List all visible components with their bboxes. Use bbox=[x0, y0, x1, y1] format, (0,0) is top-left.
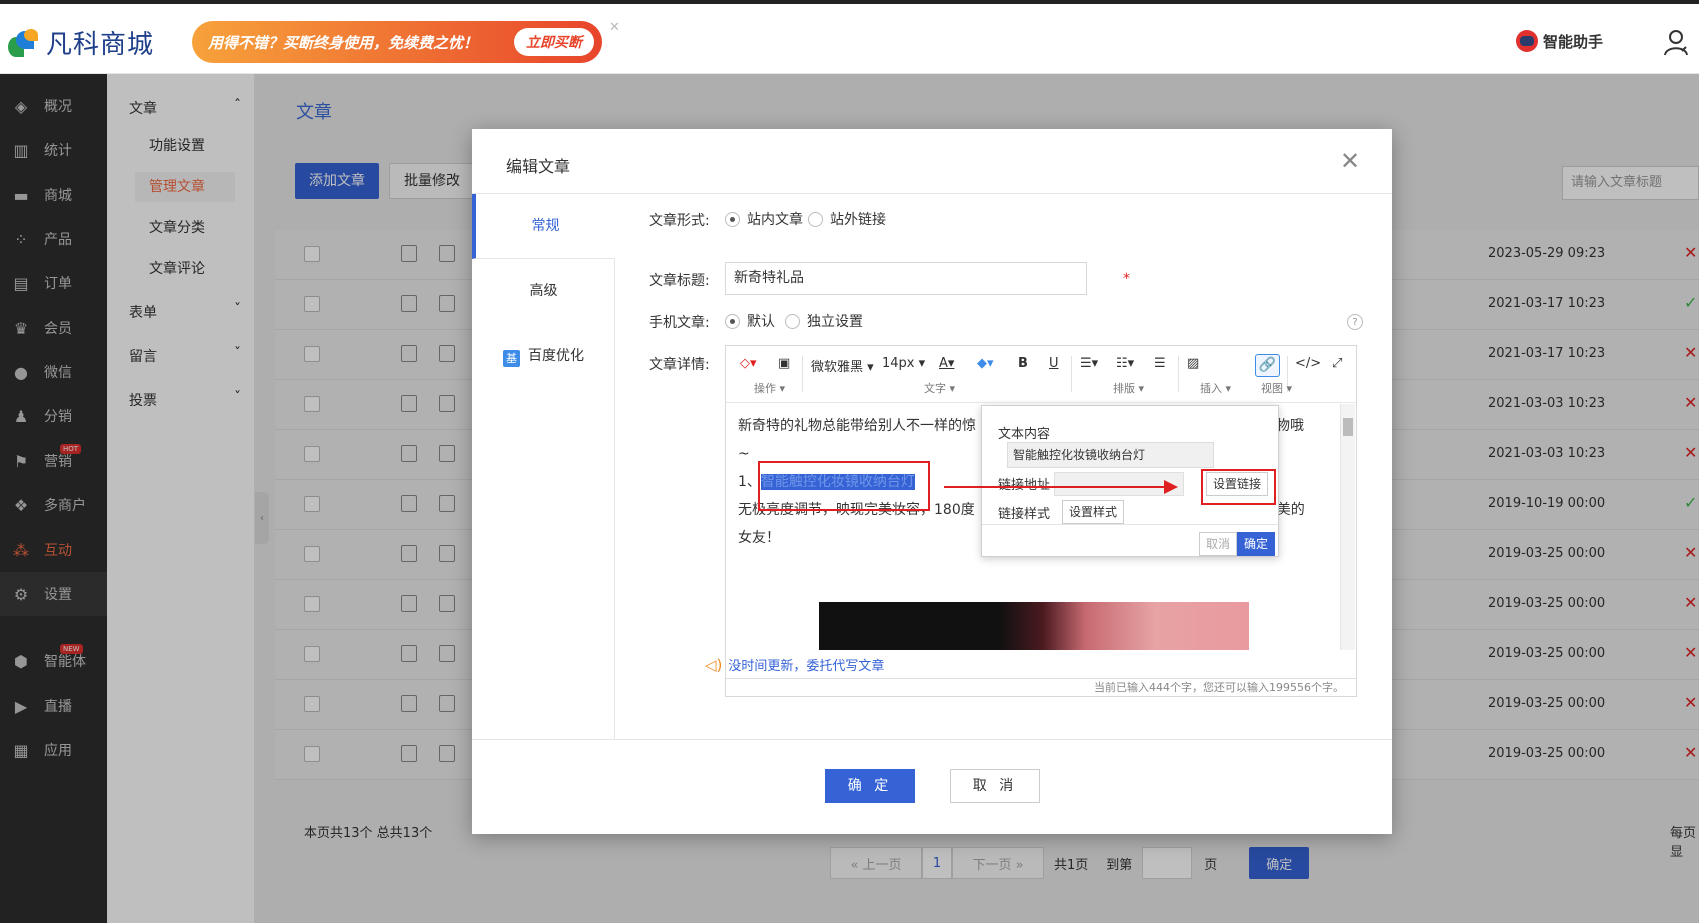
promo-text: 用得不错？买断终身使用，免续费之忧！ bbox=[208, 33, 479, 52]
highlight-icon[interactable]: ◆▾ bbox=[977, 356, 994, 371]
article-detail-label: 文章详情: bbox=[649, 357, 710, 373]
assistant-button[interactable]: 智能助手 bbox=[1516, 30, 1603, 52]
radio-icon bbox=[808, 211, 823, 227]
tab-advanced[interactable]: 高级 bbox=[472, 259, 615, 324]
link-icon[interactable]: 🔗 bbox=[1255, 354, 1280, 377]
popup-cancel-button[interactable]: 取消 bbox=[1199, 532, 1238, 556]
article-title-input[interactable]: 新奇特礼品 bbox=[725, 262, 1087, 295]
align-icon[interactable]: ☰▾ bbox=[1080, 356, 1098, 371]
required-mark: * bbox=[1123, 271, 1130, 287]
logo-text: 凡科商城 bbox=[46, 30, 155, 60]
annotation-highlight-set-link bbox=[1201, 469, 1276, 505]
header: 凡科商城 用得不错？买断终身使用，免续费之忧！ 立即买断 ✕ 智能助手 bbox=[0, 4, 1699, 74]
article-title-label: 文章标题: bbox=[649, 273, 710, 289]
annotation-arrow-head bbox=[1164, 480, 1178, 494]
speaker-icon: ◁) bbox=[705, 655, 723, 674]
assistant-label: 智能助手 bbox=[1543, 32, 1604, 51]
radio-mobile-default[interactable]: 默认 bbox=[725, 311, 775, 331]
radio-external-link[interactable]: 站外链接 bbox=[808, 209, 886, 229]
article-image[interactable] bbox=[819, 602, 1249, 650]
popup-ok-button[interactable]: 确定 bbox=[1237, 532, 1276, 556]
buyout-button[interactable]: 立即买断 bbox=[514, 28, 594, 56]
link-text-input[interactable]: 智能触控化妆镜收纳台灯 bbox=[1007, 442, 1214, 468]
toolbar-label-insert: 插入 ▾ bbox=[1200, 382, 1232, 395]
editor-toolbar: ◇▾ ▣ 微软雅黑 ▾ 14px ▾ A▾ ◆▾ B U ☰▾ ☷▾ ☰ ▨ 🔗… bbox=[726, 346, 1356, 403]
fullscreen-icon[interactable]: ⤢ bbox=[1332, 356, 1342, 371]
help-icon[interactable]: ? bbox=[1347, 314, 1363, 330]
modal-title: 编辑文章 bbox=[506, 157, 571, 176]
annotation-arrow bbox=[944, 486, 1168, 488]
list-icon[interactable]: ☰ bbox=[1154, 356, 1166, 371]
tab-general[interactable]: 常规 bbox=[472, 194, 615, 259]
underline-button[interactable]: U bbox=[1049, 356, 1059, 371]
article-type-label: 文章形式: bbox=[649, 213, 710, 229]
robot-icon bbox=[1516, 30, 1538, 52]
user-icon[interactable] bbox=[1663, 28, 1689, 56]
modal-tabs: 常规 高级 基百度优化 bbox=[472, 194, 615, 739]
promo-close-icon[interactable]: ✕ bbox=[609, 20, 620, 35]
radio-internal-article[interactable]: 站内文章 bbox=[725, 209, 803, 229]
close-icon[interactable]: ✕ bbox=[1340, 149, 1360, 173]
eraser-icon[interactable]: ◇▾ bbox=[740, 356, 757, 371]
confirm-button[interactable]: 确 定 bbox=[825, 769, 915, 803]
annotation-highlight-selection bbox=[758, 461, 930, 511]
link-style-label: 链接样式 bbox=[998, 507, 1051, 522]
mobile-article-label: 手机文章: bbox=[649, 315, 710, 331]
promo-banner[interactable]: 用得不错？买断终身使用，免续费之忧！ 立即买断 bbox=[192, 21, 602, 63]
radio-icon bbox=[725, 211, 740, 227]
indent-icon[interactable]: ☷▾ bbox=[1116, 356, 1134, 371]
radio-mobile-custom[interactable]: 独立设置 bbox=[785, 311, 863, 331]
editor-scrollbar[interactable] bbox=[1340, 404, 1355, 650]
cancel-button[interactable]: 取 消 bbox=[950, 769, 1040, 803]
code-icon[interactable]: </> bbox=[1295, 356, 1321, 371]
format-icon[interactable]: ▣ bbox=[778, 356, 790, 371]
set-style-button[interactable]: 设置样式 bbox=[1062, 500, 1125, 524]
font-size-select[interactable]: 14px ▾ bbox=[882, 356, 925, 371]
word-count-status: 当前已输入444个字，您还可以输入199556个字。 bbox=[726, 678, 1356, 697]
toolbar-label-layout: 排版 ▾ bbox=[1113, 382, 1145, 395]
font-family-select[interactable]: 微软雅黑 ▾ bbox=[811, 356, 874, 375]
baidu-icon: 基 bbox=[503, 350, 520, 367]
toolbar-label-operate: 操作 ▾ bbox=[754, 382, 786, 395]
toolbar-label-text: 文字 ▾ bbox=[924, 382, 956, 395]
ai-writing-link[interactable]: ◁) 没时间更新，委托代写文章 bbox=[705, 655, 884, 675]
divider bbox=[472, 739, 1392, 740]
logo-icon bbox=[6, 27, 40, 59]
font-color-icon[interactable]: A▾ bbox=[939, 356, 954, 371]
tab-baidu-seo[interactable]: 基百度优化 bbox=[472, 324, 615, 389]
image-icon[interactable]: ▨ bbox=[1187, 356, 1199, 371]
radio-icon bbox=[785, 313, 800, 329]
text-content-label: 文本内容 bbox=[998, 427, 1051, 442]
link-url-label: 链接地址 bbox=[998, 474, 1050, 493]
radio-icon bbox=[725, 313, 740, 329]
toolbar-label-view: 视图 ▾ bbox=[1261, 382, 1293, 395]
logo[interactable]: 凡科商城 bbox=[6, 24, 154, 61]
bold-button[interactable]: B bbox=[1018, 356, 1028, 371]
